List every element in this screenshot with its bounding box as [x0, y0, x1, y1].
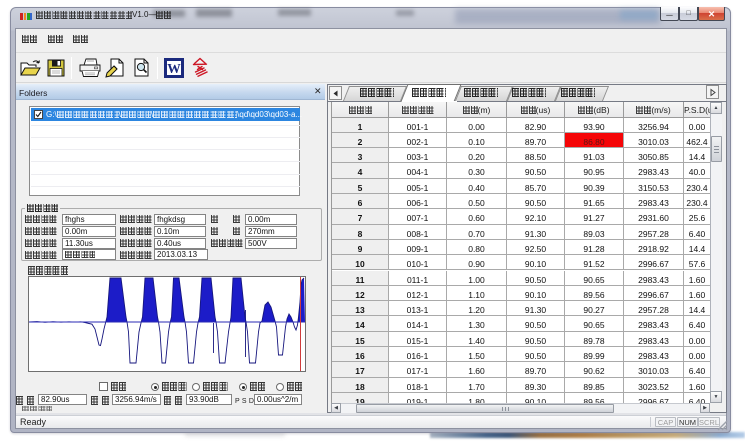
svg-text:W: W [167, 61, 181, 76]
